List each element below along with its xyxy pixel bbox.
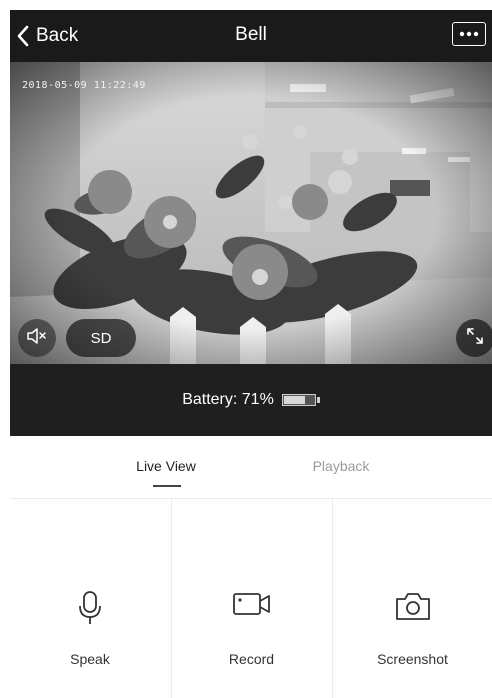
camera-icon [395,591,431,626]
screenshot-label: Screenshot [377,651,448,667]
record-button[interactable]: Record [171,499,331,698]
page-title: Bell [235,24,267,45]
microphone-icon [78,591,102,630]
live-video-feed[interactable]: 2018-05-09 11:22:49 SD [10,62,492,364]
battery-text: Battery: 71% [182,391,274,408]
battery-level-fill [283,396,305,404]
view-tabs: Live View Playback [10,436,492,499]
ellipsis-icon [459,31,479,37]
fullscreen-icon [465,326,485,351]
video-timestamp: 2018-05-09 11:22:49 [22,80,146,91]
record-label: Record [228,651,275,667]
speak-button[interactable]: Speak [10,499,170,698]
screenshot-button[interactable]: Screenshot [332,499,492,698]
battery-status-bar: Battery: 71% [10,364,492,436]
doorbell-live-screen: Back Bell 2018-05-09 11:22:49 SD Battery… [0,0,492,698]
top-bar: Back Bell [10,10,492,62]
action-buttons: Speak Record Screenshot [10,499,492,698]
speak-label: Speak [70,651,110,667]
fullscreen-button[interactable] [456,319,492,357]
battery-icon [281,394,320,406]
active-tab-indicator [153,485,181,487]
tab-playback[interactable]: Playback [262,458,420,474]
speaker-muted-icon [26,327,48,350]
video-camera-icon [232,591,271,622]
mute-toggle-button[interactable] [18,319,56,357]
video-quality-button[interactable]: SD [66,319,136,357]
more-options-button[interactable] [452,22,486,46]
